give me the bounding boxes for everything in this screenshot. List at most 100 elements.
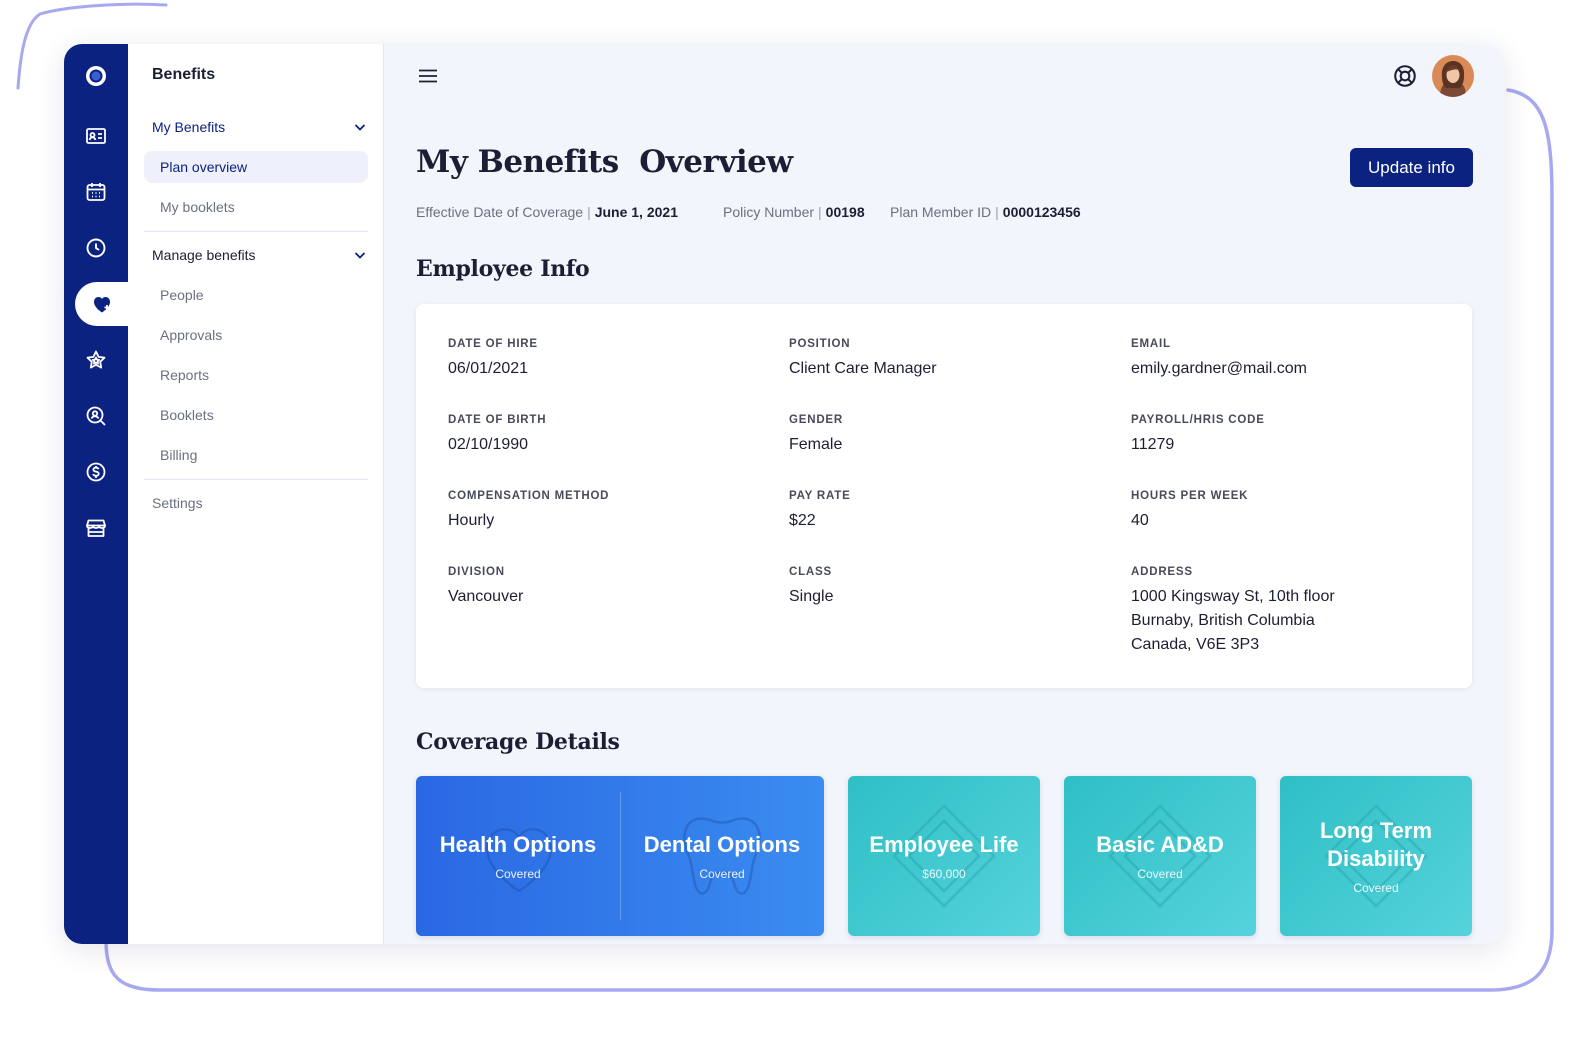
field-value: Hourly	[448, 512, 495, 529]
nav-item-booklets[interactable]: Booklets	[144, 399, 368, 431]
coverage-title: Long Term Disability	[1320, 817, 1432, 873]
benefits-subnav: Benefits My Benefits Plan overview My bo…	[128, 44, 384, 944]
store-icon[interactable]	[64, 506, 128, 550]
field-compensation-method: COMPENSATION METHOD Hourly	[448, 490, 768, 533]
meta-label: Policy Number	[723, 204, 815, 220]
meta-value: 0000123456	[1002, 204, 1081, 220]
coverage-amount: $60,000	[922, 867, 966, 881]
field-value: $22	[789, 512, 816, 529]
employee-info-title: Employee Info	[416, 256, 590, 282]
nav-item-reports[interactable]: Reports	[144, 359, 368, 391]
field-label: DATE OF HIRE	[448, 338, 538, 350]
main-content: My Benefits Overview Update info Effecti…	[384, 44, 1504, 944]
coverage-title: Basic AD&D	[1096, 832, 1224, 857]
coverage-card-health-dental[interactable]: Health Options Covered Dental Options Co…	[416, 776, 824, 936]
meta-label: Plan Member ID	[890, 204, 992, 220]
update-info-button[interactable]: Update info	[1350, 148, 1473, 187]
nav-group-my-benefits[interactable]: My Benefits	[152, 115, 368, 139]
meta-plan-member-id: Plan Member ID | 0000123456	[890, 204, 1081, 220]
user-avatar[interactable]	[1432, 55, 1474, 97]
field-value: Female	[789, 436, 843, 453]
field-label: CLASS	[789, 566, 832, 578]
hamburger-menu-icon[interactable]	[416, 64, 440, 88]
employee-info-card: DATE OF HIRE 06/01/2021 POSITION Client …	[416, 304, 1472, 688]
lifebuoy-help-icon[interactable]	[1392, 63, 1418, 89]
coverage-title: Health Options	[439, 832, 597, 857]
chevron-down-icon	[354, 252, 366, 259]
nav-group-manage-benefits[interactable]: Manage benefits	[152, 243, 368, 267]
field-value: 06/01/2021	[448, 360, 529, 377]
coverage-status: Covered	[1137, 867, 1183, 881]
nav-group-label: Manage benefits	[152, 247, 256, 263]
nav-item-my-booklets[interactable]: My booklets	[144, 191, 368, 223]
app-window: Benefits My Benefits Plan overview My bo…	[64, 44, 1504, 944]
coverage-title-line: Disability	[1327, 846, 1425, 871]
field-date-of-hire: DATE OF HIRE 06/01/2021	[448, 338, 768, 381]
field-label: POSITION	[789, 338, 851, 350]
field-division: DIVISION Vancouver	[448, 566, 768, 609]
field-label: DIVISION	[448, 566, 505, 578]
field-date-of-birth: DATE OF BIRTH 02/10/1990	[448, 414, 768, 457]
coverage-card-employee-life[interactable]: Employee Life $60,000	[848, 776, 1040, 936]
coverage-status: Covered	[1353, 881, 1399, 895]
field-hours-per-week: HOURS PER WEEK 40	[1131, 490, 1451, 533]
heart-plus-icon[interactable]	[75, 282, 128, 326]
field-label: PAY RATE	[789, 490, 851, 502]
field-payroll-code: PAYROLL/HRIS CODE 11279	[1131, 414, 1451, 457]
nav-group-label: My Benefits	[152, 119, 226, 135]
nav-divider	[144, 479, 368, 480]
field-value: 40	[1131, 512, 1149, 529]
field-value: 02/10/1990	[448, 436, 529, 453]
field-value: Client Care Manager	[789, 360, 937, 377]
field-label: EMAIL	[1131, 338, 1171, 350]
field-pay-rate: PAY RATE $22	[789, 490, 1109, 533]
coverage-card-basic-add[interactable]: Basic AD&D Covered	[1064, 776, 1256, 936]
meta-effective-date: Effective Date of Coverage | June 1, 2021	[416, 204, 678, 220]
coverage-card-long-term-disability[interactable]: Long Term Disability Covered	[1280, 776, 1472, 936]
field-label: GENDER	[789, 414, 844, 426]
dollar-icon[interactable]	[64, 450, 128, 494]
search-user-icon[interactable]	[64, 394, 128, 438]
chevron-down-icon	[354, 124, 366, 131]
field-value: emily.gardner@mail.com	[1131, 360, 1307, 377]
field-class: CLASS Single	[789, 566, 1109, 609]
field-gender: GENDER Female	[789, 414, 1109, 457]
field-value: 11279	[1131, 436, 1175, 453]
coverage-health-options[interactable]: Health Options Covered	[416, 776, 620, 936]
nav-item-people[interactable]: People	[144, 279, 368, 311]
address-line: 1000 Kingsway St, 10th floor	[1131, 588, 1335, 605]
logo-icon[interactable]	[64, 54, 128, 98]
coverage-status: Covered	[495, 867, 541, 881]
address-line: Canada, V6E 3P3	[1131, 636, 1260, 653]
field-value: Single	[789, 588, 834, 605]
meta-label: Effective Date of Coverage	[416, 204, 584, 220]
coverage-status: Covered	[699, 867, 745, 881]
field-label: COMPENSATION METHOD	[448, 490, 610, 502]
field-address: ADDRESS 1000 Kingsway St, 10th floor Bur…	[1131, 566, 1451, 657]
icon-rail	[64, 44, 128, 944]
nav-divider	[144, 231, 368, 232]
nav-item-settings[interactable]: Settings	[136, 487, 360, 519]
coverage-title: Dental Options	[643, 832, 801, 857]
nav-item-approvals[interactable]: Approvals	[144, 319, 368, 351]
subnav-title: Benefits	[152, 66, 216, 83]
calendar-icon[interactable]	[64, 170, 128, 214]
coverage-title-line: Long Term	[1319, 818, 1433, 843]
id-card-icon[interactable]	[64, 114, 128, 158]
field-value: Vancouver	[448, 588, 524, 605]
address-line: Burnaby, British Columbia	[1131, 612, 1315, 629]
star-icon[interactable]	[64, 338, 128, 382]
nav-item-plan-overview[interactable]: Plan overview	[144, 151, 368, 183]
clock-icon[interactable]	[64, 226, 128, 270]
field-email: EMAIL emily.gardner@mail.com	[1131, 338, 1451, 381]
field-label: PAYROLL/HRIS CODE	[1131, 414, 1265, 426]
meta-value: 00198	[825, 204, 865, 220]
nav-item-billing[interactable]: Billing	[144, 439, 368, 471]
coverage-title: Employee Life	[869, 832, 1019, 857]
coverage-dental-options[interactable]: Dental Options Covered	[620, 776, 824, 936]
coverage-details-title: Coverage Details	[416, 729, 620, 755]
field-label: HOURS PER WEEK	[1131, 490, 1249, 502]
field-label: ADDRESS	[1131, 566, 1193, 578]
meta-value: June 1, 2021	[594, 204, 678, 220]
field-position: POSITION Client Care Manager	[789, 338, 1109, 381]
